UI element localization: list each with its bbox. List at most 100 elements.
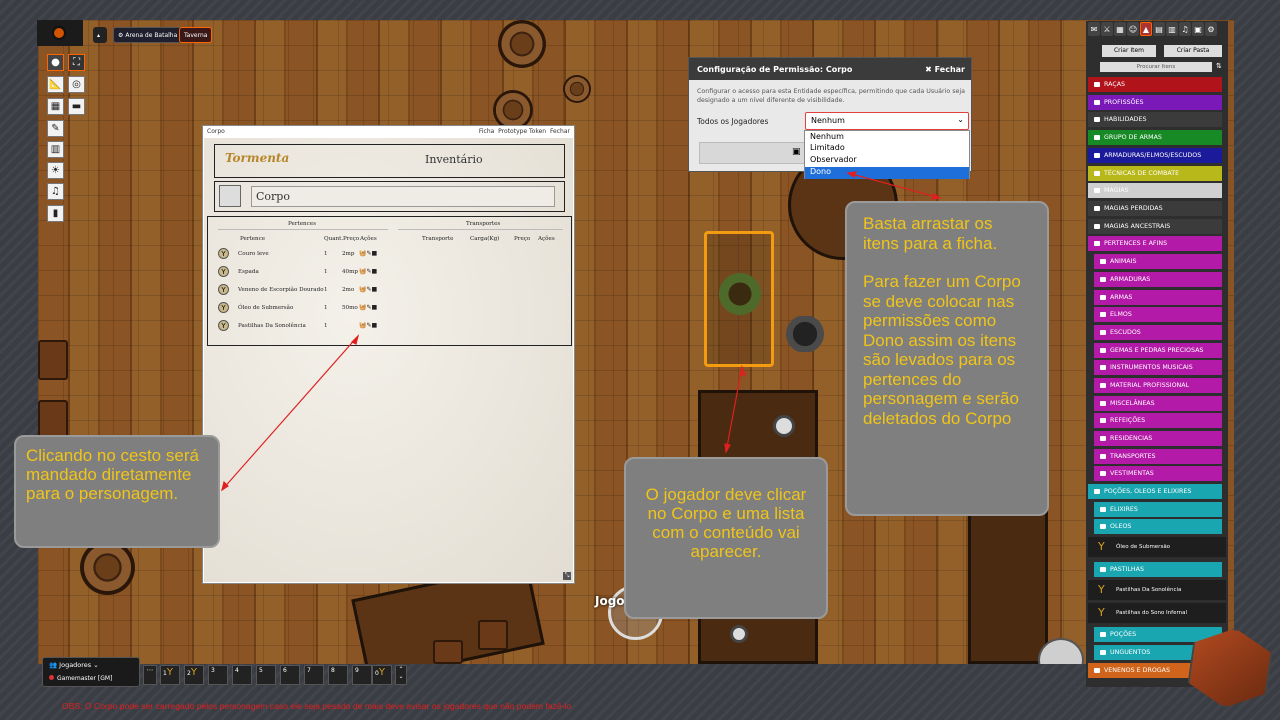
- note-permissions: Basta arrastar os itens para a ficha. Pa…: [845, 201, 1049, 516]
- folder-magias-perdidas[interactable]: MAGIAS PERDIDAS: [1088, 201, 1222, 216]
- hotbar-page-control[interactable]: ⌃ ⌄: [395, 665, 407, 685]
- player-gm: Gamemaster [GM]: [49, 675, 112, 682]
- folder-tecnicas[interactable]: TÉCNICAS DE COMBATE: [1088, 166, 1222, 181]
- players-title: 👥 Jogadores ⌄: [49, 661, 99, 669]
- hotbar-slot[interactable]: 9: [352, 665, 372, 685]
- actors-icon[interactable]: ☺: [1127, 22, 1139, 36]
- arrow-corpse: [725, 366, 743, 453]
- item-pastilhas-sonolencia[interactable]: Y Pastilhas Da Sonolência: [1088, 580, 1226, 600]
- hotbar-slot[interactable]: 2Y: [184, 665, 204, 685]
- folder-icon: [1094, 489, 1100, 494]
- hotbar-slot[interactable]: 0Y: [372, 665, 392, 685]
- hotbar-slot[interactable]: 1Y: [160, 665, 180, 685]
- folder-icon: [1094, 668, 1100, 673]
- folder-grupo-armas[interactable]: GRUPO DE ARMAS: [1088, 130, 1222, 145]
- folder-icon: [1100, 436, 1106, 441]
- folder-habilidades[interactable]: HABILIDADES: [1088, 112, 1222, 127]
- folder-pastilhas[interactable]: PASTILHAS: [1094, 562, 1222, 577]
- folder-magias[interactable]: MAGIAS: [1088, 183, 1222, 198]
- folder-profissoes[interactable]: PROFISSÕES: [1088, 95, 1222, 110]
- note-click-corpse: O jogador deve clicar no Corpo e uma lis…: [624, 457, 828, 619]
- hotbar-slot[interactable]: 5: [256, 665, 276, 685]
- folder-icon: [1100, 348, 1106, 353]
- items-icon[interactable]: ▲: [1140, 22, 1152, 36]
- subfolder[interactable]: TRANSPORTES: [1094, 449, 1222, 464]
- playlists-icon[interactable]: ♫: [1179, 22, 1191, 36]
- item-oleo-submersao[interactable]: Y Óleo de Submersão: [1088, 537, 1226, 557]
- macro-icon: Y: [190, 667, 197, 678]
- folder-icon: [1100, 418, 1106, 423]
- subfolder[interactable]: ELMOS: [1094, 307, 1222, 322]
- arrow-dono: [847, 172, 941, 199]
- folder-icon: [1100, 650, 1106, 655]
- folder-icon: [1100, 632, 1106, 637]
- hotbar-slot[interactable]: 6: [280, 665, 300, 685]
- folder-icon: [1100, 277, 1106, 282]
- scenes-icon[interactable]: ▦: [1114, 22, 1126, 36]
- folder-icon: [1094, 117, 1100, 122]
- arrowhead: [221, 480, 229, 492]
- hotbar-slot[interactable]: 7: [304, 665, 324, 685]
- subfolder[interactable]: MISCELÂNEAS: [1094, 396, 1222, 411]
- folder-icon: [1100, 383, 1106, 388]
- folder-icon: [1100, 471, 1106, 476]
- macro-icon: Y: [378, 667, 385, 678]
- arrow-basket: [221, 335, 359, 491]
- folder-icon: [1100, 401, 1106, 406]
- settings-icon[interactable]: ⚙: [1205, 22, 1217, 36]
- compendium-icon[interactable]: ▣: [1192, 22, 1204, 36]
- item-pastilhas-sono-infernal[interactable]: Y Pastilhas do Sono Infernal: [1088, 603, 1226, 623]
- folder-magias-ancestrais[interactable]: MAGIAS ANCESTRAIS: [1088, 219, 1222, 234]
- folder-oleos[interactable]: OLEOS: [1094, 519, 1222, 534]
- subfolder[interactable]: ARMAS: [1094, 290, 1222, 305]
- subfolder[interactable]: VESTIMENTAS: [1094, 466, 1222, 481]
- players-list[interactable]: 👥 Jogadores ⌄ Gamemaster [GM]: [42, 657, 140, 687]
- folder-icon: [1094, 171, 1100, 176]
- subfolder[interactable]: MATERIAL PROFISSIONAL: [1094, 378, 1222, 393]
- macro-icon: Y: [166, 667, 173, 678]
- folder-icon: [1094, 135, 1100, 140]
- item-icon: Y: [1098, 606, 1105, 619]
- subfolder[interactable]: ARMADURAS: [1094, 272, 1222, 287]
- folder-pocoes-oleos[interactable]: POÇÕES, OLEOS E ELIXIRES: [1088, 484, 1222, 499]
- folder-icon: [1100, 365, 1106, 370]
- folder-elixires[interactable]: ELIXIRES: [1094, 502, 1222, 517]
- folder-icon: [1100, 312, 1106, 317]
- subfolder[interactable]: INSTRUMENTOS MUSICAIS: [1094, 360, 1222, 375]
- hotbar-slot[interactable]: 8: [328, 665, 348, 685]
- create-folder-button[interactable]: Criar Pasta: [1164, 45, 1222, 57]
- subfolder[interactable]: REFEIÇÕES: [1094, 413, 1222, 428]
- hotbar-slot[interactable]: 3: [208, 665, 228, 685]
- folder-armaduras[interactable]: ARMADURAS/ELMOS/ESCUDOS: [1088, 148, 1222, 163]
- tables-icon[interactable]: ▥: [1166, 22, 1178, 36]
- arrowhead: [846, 171, 857, 178]
- folder-pertences[interactable]: PERTENCES E AFINS: [1088, 236, 1222, 251]
- folder-icon: [1094, 153, 1100, 158]
- sort-icon[interactable]: ⇅: [1216, 62, 1222, 70]
- subfolder[interactable]: ESCUDOS: [1094, 325, 1222, 340]
- folder-icon: [1100, 259, 1106, 264]
- folder-icon: [1094, 224, 1100, 229]
- subfolder[interactable]: GEMAS E PEDRAS PRECIOSAS: [1094, 343, 1222, 358]
- item-icon: Y: [1098, 583, 1105, 596]
- create-item-button[interactable]: Criar Item: [1102, 45, 1156, 57]
- hotbar-menu-button[interactable]: ⋯: [143, 665, 157, 685]
- folder-racas[interactable]: RAÇAS: [1088, 77, 1222, 92]
- subfolder[interactable]: ANIMAIS: [1094, 254, 1222, 269]
- arrowhead: [350, 334, 360, 345]
- footer-note: OBS: O Corpo pode ser carregado pelos pe…: [62, 701, 572, 711]
- folder-icon: [1094, 82, 1100, 87]
- hotbar-slot[interactable]: 4: [232, 665, 252, 685]
- folder-icon: [1094, 188, 1100, 193]
- journal-icon[interactable]: ▤: [1153, 22, 1165, 36]
- subfolder[interactable]: RESIDENCIAS: [1094, 431, 1222, 446]
- note-drag-text: Basta arrastar os itens para a ficha.: [863, 214, 998, 253]
- folder-icon: [1100, 454, 1106, 459]
- chat-icon[interactable]: ✉: [1088, 22, 1100, 36]
- arrowhead: [931, 193, 942, 200]
- player-color-dot: [49, 675, 54, 680]
- combat-icon[interactable]: ⚔: [1101, 22, 1113, 36]
- search-input[interactable]: Procurar Itens: [1100, 62, 1212, 72]
- folder-icon: [1094, 100, 1100, 105]
- folder-icon: [1100, 567, 1106, 572]
